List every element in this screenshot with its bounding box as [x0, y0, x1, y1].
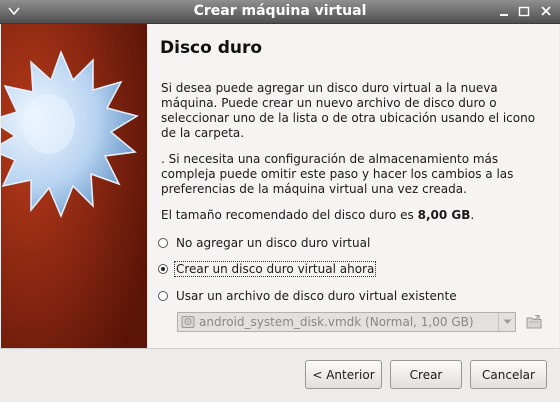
choose-disk-folder-icon[interactable]	[525, 313, 543, 331]
dropdown-arrow-icon[interactable]	[498, 313, 515, 331]
radio-existing-disk[interactable]	[158, 291, 168, 301]
recommended-size-value: 8,00 GB	[417, 208, 471, 222]
option-no-disk-label[interactable]: No agregar un disco duro virtual	[175, 236, 371, 250]
maximize-icon[interactable]	[516, 4, 532, 19]
existing-disk-select[interactable]: android_system_disk.vmdk (Normal, 1,00 G…	[177, 312, 516, 332]
minimize-icon[interactable]	[496, 4, 512, 19]
option-create-disk[interactable]: Crear un disco duro virtual ahora	[158, 260, 377, 278]
option-existing-disk-label[interactable]: Usar un archivo de disco duro virtual ex…	[175, 289, 458, 303]
recommended-size-text: El tamaño recomendado del disco duro es …	[161, 208, 475, 222]
existing-disk-value: android_system_disk.vmdk (Normal, 1,00 G…	[199, 315, 474, 329]
title-bar[interactable]: Crear máquina virtual	[0, 0, 560, 24]
create-button[interactable]: Crear	[390, 360, 462, 389]
back-button[interactable]: < Anterior	[305, 360, 382, 389]
hard-disk-icon	[181, 316, 195, 328]
wizard-page: Disco duro Si desea puede agregar un dis…	[148, 24, 559, 348]
dialog-window: Crear máquina virtual Disco duro Si dese…	[0, 0, 560, 402]
advanced-note-paragraph: . Si necesita una configuración de almac…	[161, 152, 514, 196]
intro-paragraph: Si desea puede agregar un disco duro vir…	[161, 81, 536, 140]
option-no-disk[interactable]: No agregar un disco duro virtual	[158, 234, 371, 252]
radio-create-disk[interactable]	[158, 264, 168, 274]
option-existing-disk[interactable]: Usar un archivo de disco duro virtual ex…	[158, 287, 458, 305]
radio-no-disk[interactable]	[158, 238, 168, 248]
page-heading: Disco duro	[160, 38, 263, 58]
wizard-illustration	[1, 24, 147, 348]
cancel-button[interactable]: Cancelar	[470, 360, 547, 389]
button-bar: < Anterior Crear Cancelar	[0, 348, 560, 402]
close-icon[interactable]	[538, 4, 554, 19]
option-create-disk-label[interactable]: Crear un disco duro virtual ahora	[173, 261, 377, 277]
window-title: Crear máquina virtual	[193, 3, 367, 19]
